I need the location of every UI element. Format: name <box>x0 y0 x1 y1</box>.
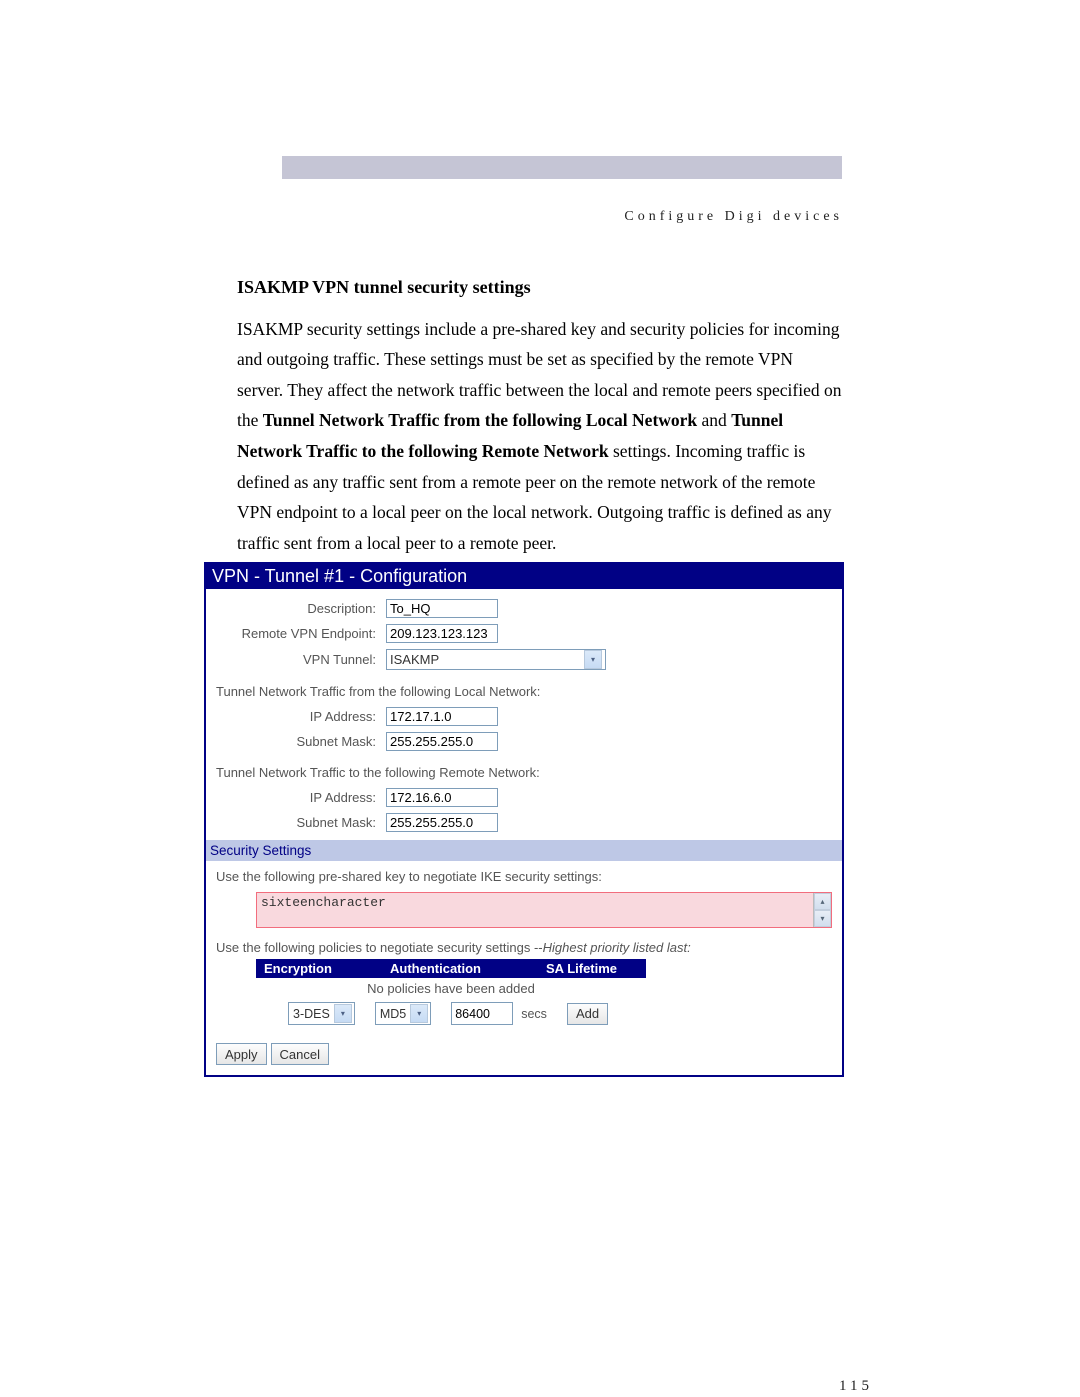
chevron-down-icon: ▾ <box>334 1004 352 1023</box>
tunnel-label: VPN Tunnel: <box>216 652 386 667</box>
scrollbar[interactable]: ▴ ▾ <box>813 893 831 927</box>
vpn-config-panel: VPN - Tunnel #1 - Configuration Descript… <box>204 562 844 1077</box>
section-header: Configure Digi devices <box>624 209 843 225</box>
para-mid1: and <box>697 410 731 430</box>
chevron-down-icon: ▾ <box>584 650 602 669</box>
authentication-select-value: MD5 <box>380 1007 406 1021</box>
policy-header-authentication: Authentication <box>382 959 538 978</box>
body-text: ISAKMP VPN tunnel security settings ISAK… <box>237 272 842 559</box>
local-mask-input[interactable] <box>386 732 498 751</box>
local-network-section-label: Tunnel Network Traffic from the followin… <box>216 684 832 699</box>
security-settings-header: Security Settings <box>206 840 842 861</box>
sa-lifetime-input[interactable] <box>451 1002 513 1025</box>
description-label: Description: <box>216 601 386 616</box>
encryption-select[interactable]: 3-DES ▾ <box>288 1002 355 1025</box>
policy-empty-message: No policies have been added <box>256 978 646 999</box>
local-mask-label: Subnet Mask: <box>216 734 386 749</box>
chevron-down-icon: ▾ <box>410 1004 428 1023</box>
description-input[interactable] <box>386 599 498 618</box>
preshared-label: Use the following pre-shared key to nego… <box>216 869 832 884</box>
remote-network-section-label: Tunnel Network Traffic to the following … <box>216 765 832 780</box>
remote-mask-label: Subnet Mask: <box>216 815 386 830</box>
cancel-button[interactable]: Cancel <box>271 1043 329 1065</box>
bold-1: Tunnel Network Traffic from the followin… <box>263 410 697 430</box>
preshared-key-value: sixteencharacter <box>257 893 813 927</box>
scroll-up-icon[interactable]: ▴ <box>814 893 831 910</box>
local-ip-input[interactable] <box>386 707 498 726</box>
add-policy-button[interactable]: Add <box>567 1003 608 1025</box>
remote-mask-input[interactable] <box>386 813 498 832</box>
policy-header-sa-lifetime: SA Lifetime <box>538 959 646 978</box>
authentication-select[interactable]: MD5 ▾ <box>375 1002 431 1025</box>
body-heading: ISAKMP VPN tunnel security settings <box>237 272 842 304</box>
policy-table: Encryption Authentication SA Lifetime No… <box>256 959 646 1025</box>
endpoint-label: Remote VPN Endpoint: <box>216 626 386 641</box>
decorative-band <box>282 156 842 179</box>
endpoint-input[interactable] <box>386 624 498 643</box>
panel-title: VPN - Tunnel #1 - Configuration <box>206 564 842 589</box>
policy-header-encryption: Encryption <box>256 959 382 978</box>
tunnel-select-value: ISAKMP <box>390 652 439 667</box>
sa-lifetime-unit: secs <box>521 1007 547 1021</box>
remote-ip-input[interactable] <box>386 788 498 807</box>
local-ip-label: IP Address: <box>216 709 386 724</box>
encryption-select-value: 3-DES <box>293 1007 330 1021</box>
preshared-key-input[interactable]: sixteencharacter ▴ ▾ <box>256 892 832 928</box>
tunnel-select[interactable]: ISAKMP ▾ <box>386 649 606 670</box>
apply-button[interactable]: Apply <box>216 1043 267 1065</box>
scroll-down-icon[interactable]: ▾ <box>814 910 831 927</box>
policies-label: Use the following policies to negotiate … <box>216 940 832 955</box>
page-number: 115 <box>839 1378 873 1395</box>
remote-ip-label: IP Address: <box>216 790 386 805</box>
